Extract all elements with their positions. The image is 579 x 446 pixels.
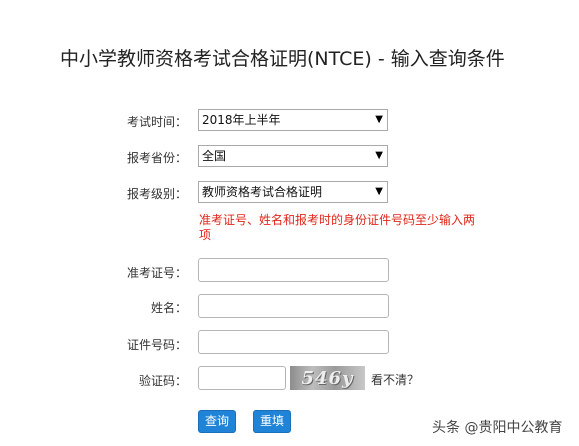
admission-no-label: 准考证号： [126, 266, 187, 280]
province-label: 报考省份： [126, 151, 187, 165]
requirement-hint: 准考证号、姓名和报考时的身份证件号码至少输入两项 [199, 213, 476, 242]
captcha-text: 546y [301, 367, 354, 389]
dropdown-arrow-icon: ▼ [375, 186, 383, 197]
query-button[interactable]: 查询 [198, 410, 236, 433]
admission-no-input[interactable] [198, 258, 389, 282]
id-no-label: 证件号码： [126, 338, 187, 352]
captcha-image[interactable]: 546y [290, 366, 365, 390]
dropdown-arrow-icon: ▼ [375, 150, 383, 161]
exam-time-label: 考试时间： [126, 115, 187, 129]
name-label: 姓名： [150, 301, 187, 315]
watermark: 头条 @贵阳中公教育 [432, 420, 563, 436]
level-label: 报考级别： [126, 187, 187, 201]
exam-time-value: 2018年上半年 [202, 113, 281, 127]
dropdown-arrow-icon: ▼ [375, 114, 383, 125]
captcha-refresh-link[interactable]: 看不清？ [371, 371, 419, 388]
captcha-label: 验证码： [138, 374, 187, 388]
page-title: 中小学教师资格考试合格证明(NTCE) - 输入查询条件 [60, 48, 505, 70]
level-select[interactable]: 教师资格考试合格证明 ▼ [198, 181, 388, 203]
exam-time-select[interactable]: 2018年上半年 ▼ [198, 109, 388, 131]
province-select[interactable]: 全国 ▼ [198, 145, 388, 167]
name-input[interactable] [198, 294, 389, 318]
reset-button[interactable]: 重填 [253, 410, 291, 433]
id-no-input[interactable] [198, 330, 389, 354]
level-value: 教师资格考试合格证明 [202, 185, 323, 199]
province-value: 全国 [202, 149, 227, 163]
captcha-input[interactable] [198, 366, 286, 390]
